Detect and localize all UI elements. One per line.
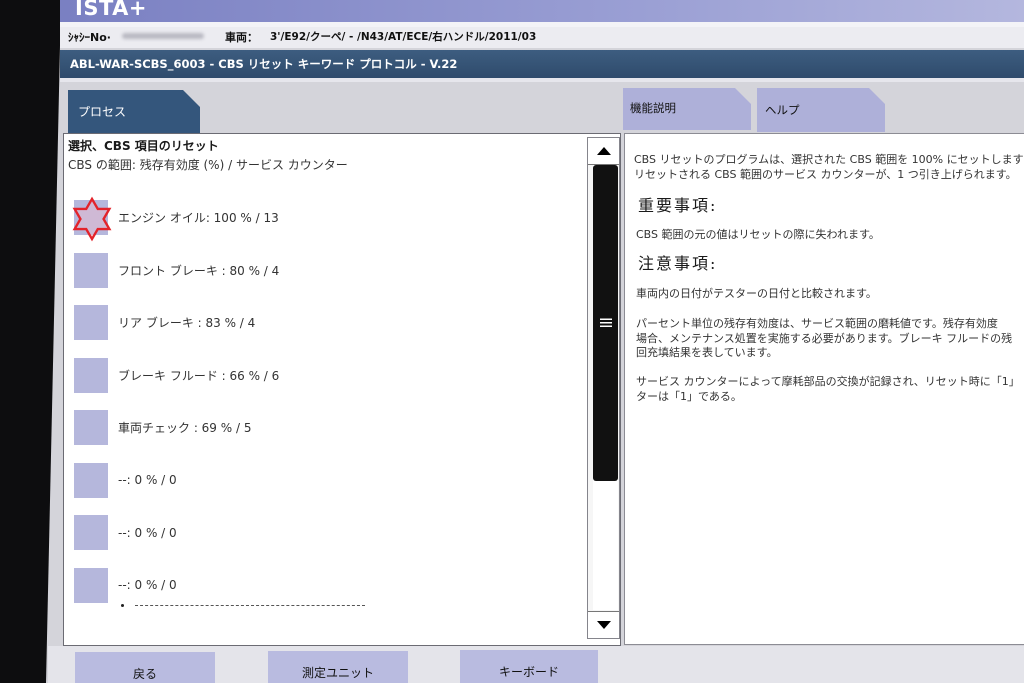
cbs-item-row[interactable]: エンジン オイル: 100 % / 13 [72,196,279,242]
cbs-item-select-box[interactable] [74,462,108,498]
cbs-item-row[interactable]: ブレーキ フルード : 66 % / 6 [74,357,280,393]
note-paragraph: サービス カウンターによって摩耗部品の交換が記録され、リセット時に「1」 ターは… [636,375,1020,404]
important-heading: 重要事項: [638,196,718,215]
tab-process-label: プロセス [78,105,127,119]
text-line: 車両内の日付がテスターの日付と比較されます。 [636,287,877,300]
app-title: ISTA+ [75,0,147,20]
back-button[interactable]: 戻る [75,652,215,683]
text-line: サービス カウンターによって摩耗部品の交換が記録され、リセット時に「1」 [636,375,1020,388]
tab-process[interactable]: プロセス [68,90,200,133]
procedure-bar-separator [60,78,1024,82]
triangle-down-icon [596,621,611,629]
procedure-title: ABL-WAR-SCBS_6003 - CBS リセット キーワード プロトコル… [70,57,458,71]
process-panel: 選択、CBS 項目のリセット CBS の範囲: 残存有効度 (%) / サービス… [63,133,621,646]
tab-function-description-label: 機能説明 [630,101,676,115]
cbs-item-row[interactable]: --: 0 % / 0 [74,462,279,498]
cbs-item-row[interactable]: --: 0 % / 0 [74,567,279,603]
tab-function-description[interactable]: 機能説明 [623,88,751,130]
scroll-up-button[interactable] [588,138,619,165]
cbs-item-label: リア ブレーキ : 83 % / 4 [118,316,256,330]
vehicle-label: 車両： [225,31,258,44]
cbs-item-label: フロント ブレーキ : 80 % / 4 [118,263,280,278]
dashed-line [135,605,365,606]
cbs-item-label: --: 0 % / 0 [118,473,177,487]
intro-paragraph: CBS リセットのプログラムは、選択された CBS 範囲を 100% にセットし… [634,153,1024,182]
text-line: 場合、メンテナンス処置を実施する必要があります。ブレーキ フルードの残 [636,331,1013,345]
vehicle-value: 3'/E92/クーペ/ - /N43/AT/ECE/右ハンドル/2011/03 [270,31,537,43]
tab-help-label: ヘルプ [765,103,800,117]
text-line: リセットされる CBS 範囲のサービス カウンターが、1 つ引き上げられます。 [634,167,1017,181]
process-subheading: CBS の範囲: 残存有効度 (%) / サービス カウンター [68,158,348,172]
cbs-item-select-box[interactable] [74,252,108,288]
list-item-partial [121,603,421,609]
red-star-icon [72,196,112,242]
grip-lines-icon [599,318,612,328]
cbs-item-label: エンジン オイル: 100 % / 13 [118,211,279,225]
bullet-dot [121,604,124,607]
cbs-item-select-box[interactable] [74,410,108,445]
cbs-item-row[interactable]: --: 0 % / 0 [74,515,279,550]
scrollbar[interactable] [587,137,620,639]
cbs-item-select-box[interactable] [74,357,108,393]
chassis-number-label: ｼｬｼｰNo· [68,31,111,44]
keyboard-button[interactable]: キーボード [460,650,598,683]
cbs-item-label: --: 0 % / 0 [118,525,177,540]
text-line: パーセント単位の残存有効度は、サービス範囲の磨耗値です。残存有効度 [636,317,998,330]
procedure-title-bar: ABL-WAR-SCBS_6003 - CBS リセット キーワード プロトコル… [60,50,1024,78]
note-paragraph: 車両内の日付がテスターの日付と比較されます。 [636,287,877,302]
vehicle-info-bar: ｼｬｼｰNo· 車両： 3'/E92/クーペ/ - /N43/AT/ECE/右ハ… [60,27,1024,48]
triangle-up-icon [596,147,611,155]
notes-heading: 注意事項: [638,254,718,273]
chassis-number-redacted [122,33,204,39]
text-line: CBS リセットのプログラムは、選択された CBS 範囲を 100% にセットし… [634,153,1024,166]
app-title-bar: ISTA+ [60,0,1024,22]
cbs-item-select-box[interactable] [74,305,108,340]
scroll-down-button[interactable] [588,611,619,638]
tab-help[interactable]: ヘルプ [757,88,885,132]
process-heading: 選択、CBS 項目のリセット [68,139,219,153]
cbs-item-select-box[interactable] [72,196,112,242]
help-text-panel: CBS リセットのプログラムは、選択された CBS 範囲を 100% にセットし… [624,133,1024,645]
text-line: ターは「1」である。 [636,389,742,403]
cbs-item-list: エンジン オイル: 100 % / 13 フロント ブレーキ : 80 % / … [72,196,280,620]
cbs-item-label: 車両チェック : 69 % / 5 [118,421,252,435]
cbs-item-select-box[interactable] [74,567,108,603]
scrollbar-track[interactable] [593,165,618,610]
note-paragraph: パーセント単位の残存有効度は、サービス範囲の磨耗値です。残存有効度 場合、メンテ… [636,317,1012,361]
cbs-item-label: --: 0 % / 0 [118,578,177,592]
text-line: CBS 範囲の元の値はリセットの際に失われます。 [636,228,880,241]
cbs-item-select-box[interactable] [74,515,108,550]
text-line: 回充填結果を表しています。 [636,346,778,359]
cbs-item-label: ブレーキ フルード : 66 % / 6 [118,368,280,383]
cbs-item-row[interactable]: 車両チェック : 69 % / 5 [74,410,279,445]
important-paragraph: CBS 範囲の元の値はリセットの際に失われます。 [636,228,880,243]
cbs-item-row[interactable]: リア ブレーキ : 83 % / 4 [74,305,279,340]
scrollbar-thumb[interactable] [593,165,618,481]
measuring-unit-button[interactable]: 測定ユニット [268,651,408,683]
cbs-item-row[interactable]: フロント ブレーキ : 80 % / 4 [74,252,280,288]
